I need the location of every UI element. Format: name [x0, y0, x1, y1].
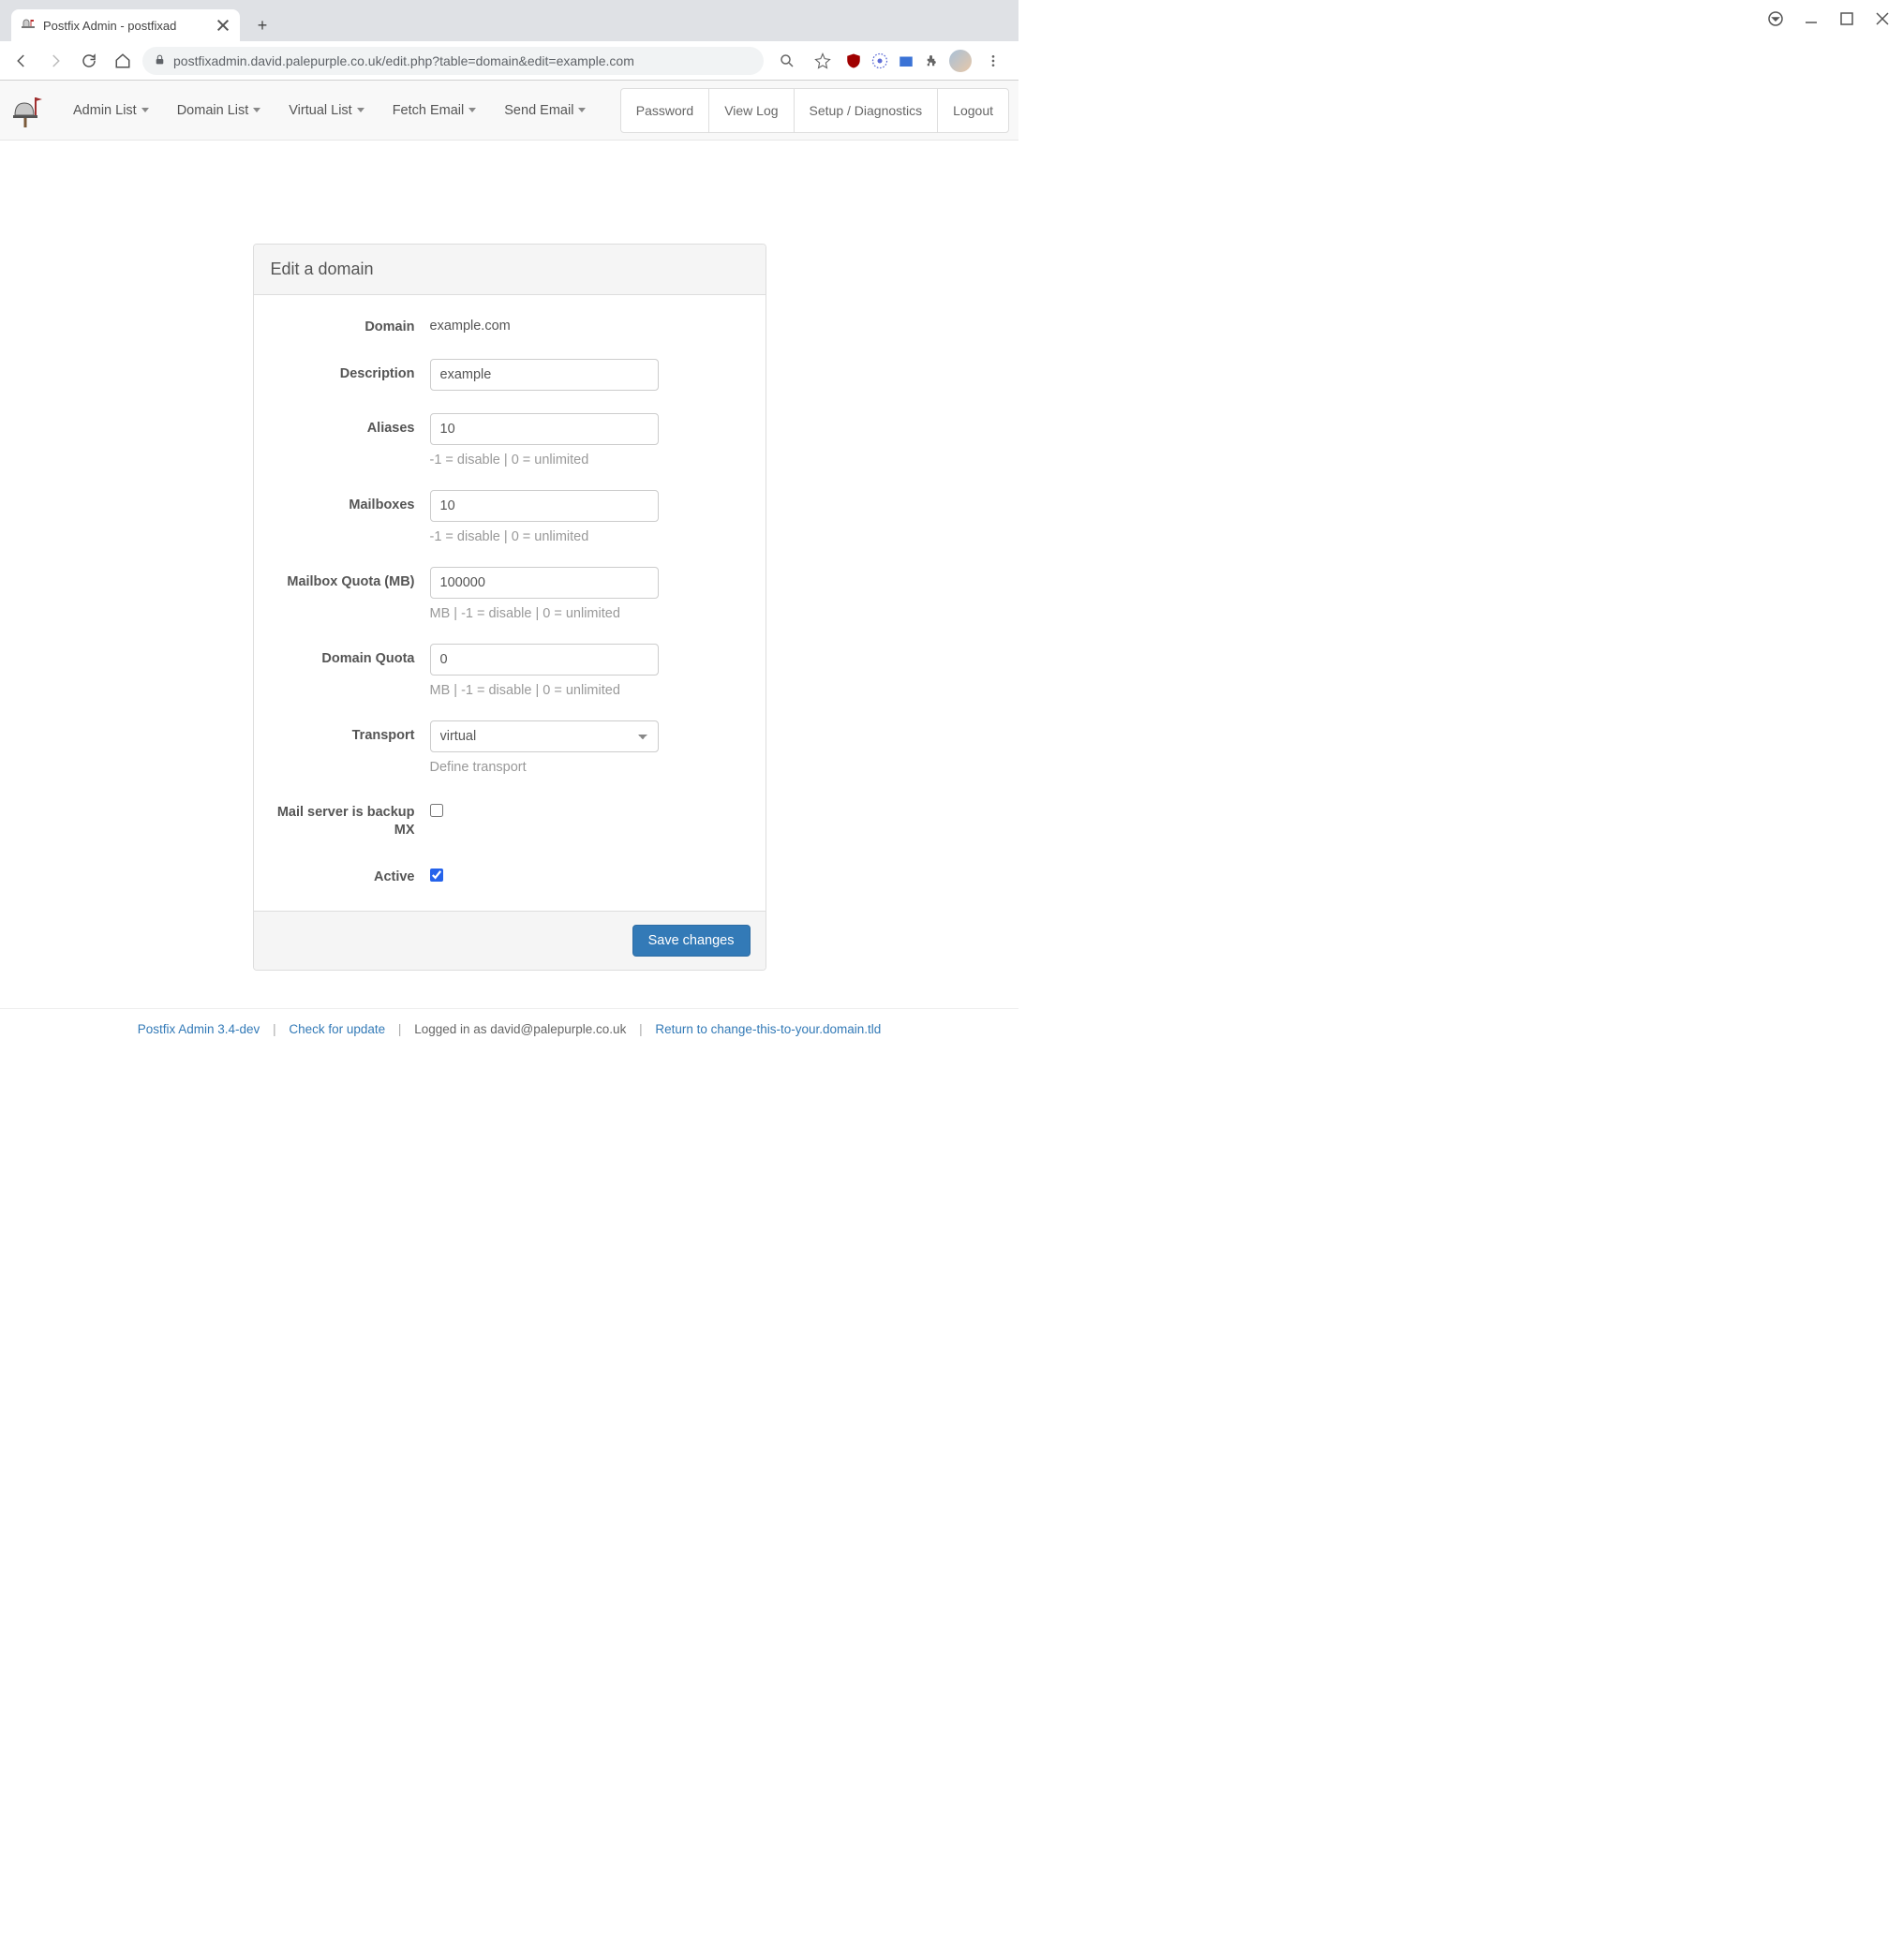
chevron-down-icon — [253, 108, 260, 112]
nav-domain-list[interactable]: Domain List — [164, 94, 275, 127]
browser-tab-title: Postfix Admin - postfixad — [43, 19, 216, 33]
nav-setup-diagnostics[interactable]: Setup / Diagnostics — [794, 88, 939, 133]
nav-virtual-list[interactable]: Virtual List — [275, 94, 377, 127]
help-transport: Define transport — [430, 760, 749, 775]
input-domain-quota[interactable] — [430, 644, 659, 676]
page-footer: Postfix Admin 3.4-dev | Check for update… — [0, 1008, 1018, 1049]
nav-admin-list[interactable]: Admin List — [60, 94, 162, 127]
chevron-down-icon — [468, 108, 476, 112]
label-backup-mx: Mail server is backup MX — [271, 797, 430, 839]
address-bar[interactable]: postfixadmin.david.palepurple.co.uk/edit… — [142, 47, 764, 75]
profile-avatar[interactable] — [949, 50, 972, 72]
footer-check-update-link[interactable]: Check for update — [289, 1022, 385, 1036]
select-transport[interactable]: virtual — [430, 720, 659, 752]
checkbox-backup-mx[interactable] — [430, 804, 443, 817]
extensions-puzzle-icon[interactable] — [923, 52, 942, 70]
new-tab-button[interactable]: + — [249, 12, 275, 38]
nav-password[interactable]: Password — [620, 88, 709, 133]
help-mailbox-quota: MB | -1 = disable | 0 = unlimited — [430, 606, 749, 621]
label-domain-quota: Domain Quota — [271, 644, 430, 698]
nav-back-button[interactable] — [7, 47, 36, 75]
input-mailboxes[interactable] — [430, 490, 659, 522]
label-mailbox-quota: Mailbox Quota (MB) — [271, 567, 430, 621]
edit-domain-panel: Edit a domain Domain example.com Descrip… — [253, 244, 766, 971]
chevron-down-icon — [578, 108, 586, 112]
lock-icon — [154, 53, 166, 68]
mailbox-favicon — [21, 18, 36, 33]
window-minimize-button[interactable] — [1804, 11, 1819, 31]
input-description[interactable] — [430, 359, 659, 391]
zoom-icon[interactable] — [773, 47, 801, 75]
browser-menu-icon[interactable] — [979, 47, 1007, 75]
input-aliases[interactable] — [430, 413, 659, 445]
help-aliases: -1 = disable | 0 = unlimited — [430, 453, 749, 468]
save-changes-button[interactable]: Save changes — [632, 925, 751, 957]
tab-close-icon[interactable] — [216, 18, 230, 33]
footer-return-link[interactable]: Return to change-this-to-your.domain.tld — [655, 1022, 881, 1036]
browser-toolbar: postfixadmin.david.palepurple.co.uk/edit… — [0, 41, 1018, 81]
nav-reload-button[interactable] — [75, 47, 103, 75]
panel-heading: Edit a domain — [254, 245, 766, 295]
help-mailboxes: -1 = disable | 0 = unlimited — [430, 529, 749, 544]
footer-product-link[interactable]: Postfix Admin 3.4-dev — [138, 1022, 260, 1036]
window-maximize-button[interactable] — [1839, 11, 1854, 31]
window-controls — [1755, 0, 1903, 41]
nav-fetch-email[interactable]: Fetch Email — [379, 94, 490, 127]
checkbox-active[interactable] — [430, 869, 443, 882]
input-mailbox-quota[interactable] — [430, 567, 659, 599]
nav-forward-button[interactable] — [41, 47, 69, 75]
chevron-down-icon — [357, 108, 364, 112]
chrome-indicator-icon — [1768, 11, 1783, 31]
app-navbar: Admin List Domain List Virtual List Fetc… — [0, 81, 1018, 141]
extension-sun-icon[interactable] — [870, 52, 889, 70]
window-close-button[interactable] — [1875, 11, 1890, 31]
postfix-logo[interactable] — [9, 92, 47, 129]
nav-send-email[interactable]: Send Email — [491, 94, 599, 127]
label-description: Description — [271, 359, 430, 391]
label-mailboxes: Mailboxes — [271, 490, 430, 544]
label-transport: Transport — [271, 720, 430, 775]
nav-view-log[interactable]: View Log — [708, 88, 794, 133]
browser-tab-strip: Postfix Admin - postfixad + — [0, 0, 1018, 41]
label-active: Active — [271, 862, 430, 886]
nav-home-button[interactable] — [109, 47, 137, 75]
extension-folder-icon[interactable] — [897, 52, 915, 70]
bookmark-star-icon[interactable] — [809, 47, 837, 75]
nav-logout[interactable]: Logout — [937, 88, 1009, 133]
label-aliases: Aliases — [271, 413, 430, 468]
footer-logged-in: Logged in as david@palepurple.co.uk — [414, 1022, 626, 1036]
help-domain-quota: MB | -1 = disable | 0 = unlimited — [430, 683, 749, 698]
url-text: postfixadmin.david.palepurple.co.uk/edit… — [173, 53, 634, 68]
chevron-down-icon — [141, 108, 149, 112]
label-domain: Domain — [271, 312, 430, 336]
browser-tab[interactable]: Postfix Admin - postfixad — [11, 9, 240, 41]
value-domain: example.com — [430, 312, 749, 334]
ublock-icon[interactable] — [844, 52, 863, 70]
